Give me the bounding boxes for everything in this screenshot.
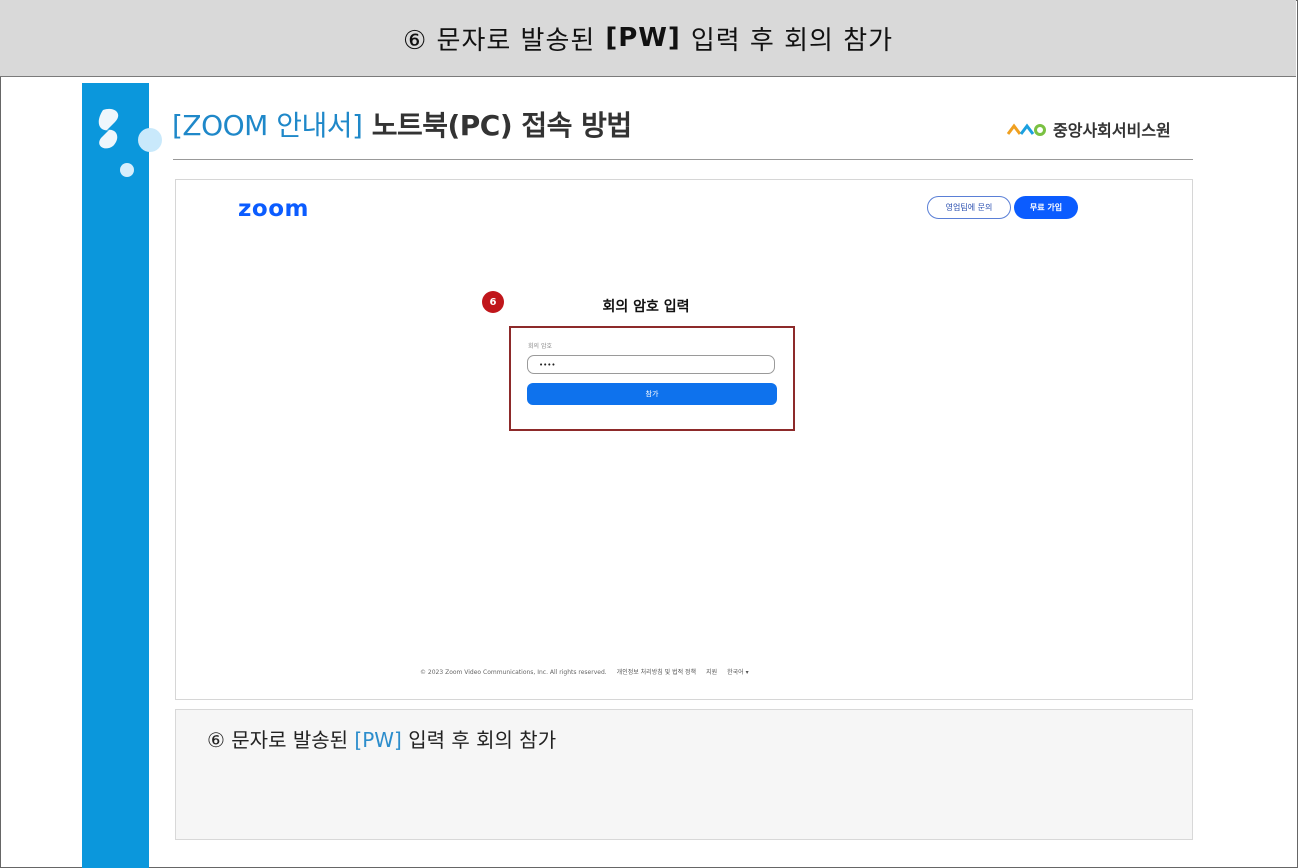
- sign-up-button[interactable]: 무료 가입: [1014, 196, 1078, 219]
- organization-mark-icon: [1007, 123, 1046, 136]
- caption-prefix: ⑥ 문자로 발송된: [207, 728, 349, 752]
- step-header-suffix: 입력 후 회의 참가: [690, 25, 894, 56]
- caption-text: ⑥ 문자로 발송된 [PW] 입력 후 회의 참가: [207, 724, 556, 753]
- contact-sales-button[interactable]: 영업팀에 문의: [927, 196, 1011, 219]
- decorative-bubble-icon: [138, 128, 162, 152]
- join-button[interactable]: 참가: [527, 383, 777, 405]
- password-input[interactable]: ••••: [527, 355, 775, 374]
- document-title: [ZOOM 안내서] 노트북(PC) 접속 방법: [172, 104, 632, 144]
- document-title-bracket: [ZOOM 안내서]: [172, 109, 363, 142]
- page-title: 회의 암호 입력: [602, 299, 690, 315]
- zoom-screenshot: zoom 영업팀에 문의 무료 가입 6 회의 암호 입력 회의 암호 ••••…: [175, 179, 1193, 700]
- step-header-prefix: ⑥ 문자로 발송된: [402, 25, 596, 56]
- footer-privacy-link[interactable]: 개인정보 처리방침 및 법적 정책: [617, 669, 696, 676]
- organization-name: 중앙사회서비스원: [1053, 121, 1171, 140]
- title-divider: [173, 159, 1193, 160]
- decorative-bubble-icon: [98, 108, 119, 149]
- organization-logo: 중앙사회서비스원: [1007, 117, 1171, 141]
- password-label: 회의 암호: [528, 343, 552, 350]
- step-header: ⑥ 문자로 발송된 [PW] 입력 후 회의 참가: [0, 0, 1296, 77]
- caption-box: ⑥ 문자로 발송된 [PW] 입력 후 회의 참가: [175, 709, 1193, 840]
- page-footer: © 2023 Zoom Video Communications, Inc. A…: [420, 667, 759, 676]
- zoom-logo[interactable]: zoom: [238, 196, 309, 222]
- language-selector[interactable]: 한국어 ▾: [727, 669, 748, 676]
- decorative-sidebar-strip: [82, 83, 149, 868]
- footer-support-link[interactable]: 지원: [706, 669, 717, 676]
- step-number-badge: 6: [482, 291, 504, 313]
- caption-pw: [PW]: [354, 728, 402, 752]
- caption-suffix: 입력 후 회의 참가: [408, 728, 557, 752]
- password-highlight-box: 회의 암호 •••• 참가: [509, 326, 795, 431]
- document-title-rest: 노트북(PC) 접속 방법: [362, 109, 633, 142]
- footer-copyright: © 2023 Zoom Video Communications, Inc. A…: [420, 669, 607, 676]
- decorative-bubble-icon: [120, 163, 134, 177]
- step-header-pw: [PW]: [605, 23, 681, 53]
